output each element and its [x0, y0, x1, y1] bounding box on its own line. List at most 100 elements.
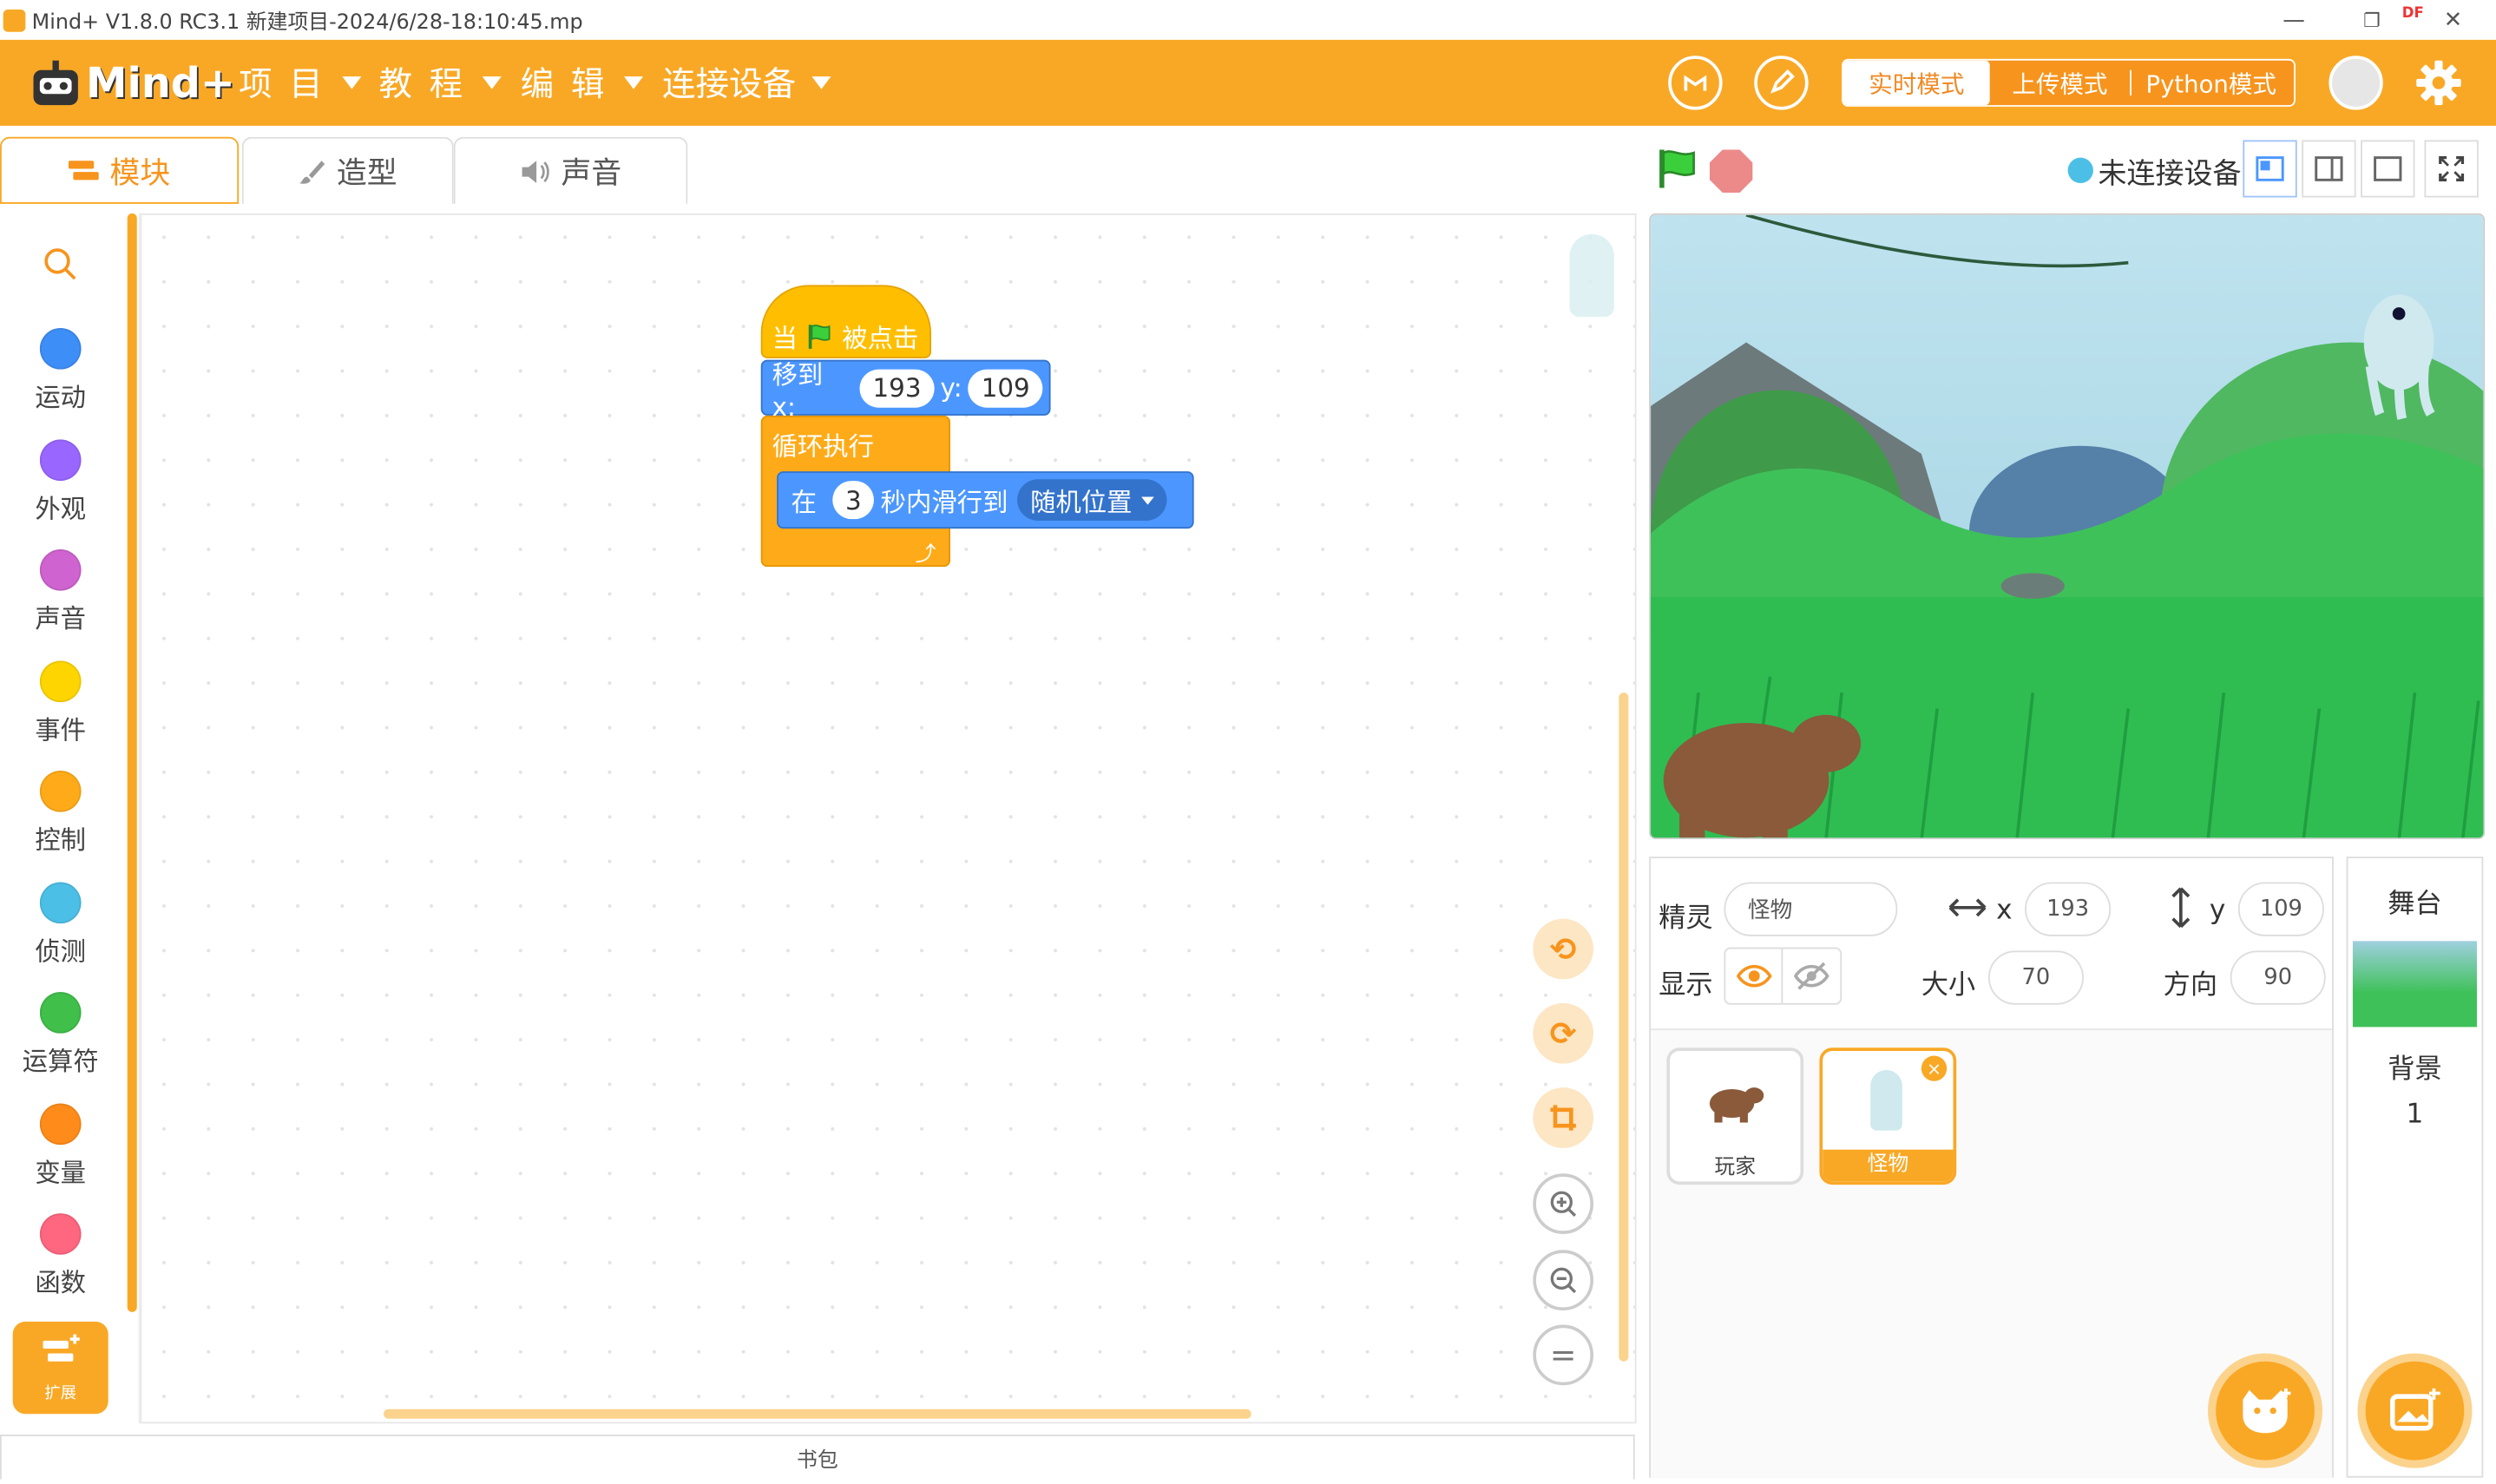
category-functions[interactable]: 函数	[0, 1213, 121, 1299]
extensions-button[interactable]: 扩展	[12, 1321, 108, 1415]
brush-icon	[299, 160, 326, 183]
sprite-name-input[interactable]: 怪物	[1724, 882, 1898, 936]
direction-input[interactable]: 90	[2230, 950, 2326, 1005]
mindplus-logo: Mind+	[29, 56, 235, 113]
settings-gear-icon[interactable]	[2412, 56, 2466, 109]
hat-prefix: 当	[772, 323, 798, 354]
category-label: 声音	[35, 603, 87, 634]
category-sound[interactable]: 声音	[0, 548, 121, 635]
blocks-icon	[68, 161, 99, 181]
backdrop-label: 背景	[2388, 1054, 2442, 1087]
vertical-arrows-icon	[2170, 885, 2192, 936]
bear-icon	[1709, 1087, 1764, 1123]
category-dot	[39, 1213, 82, 1255]
fullscreen-icon	[2439, 155, 2465, 181]
menu-project[interactable]: 项 目	[239, 40, 361, 126]
chevron-down-icon	[482, 76, 502, 89]
learning-icon[interactable]	[1668, 56, 1723, 110]
menu-tutorial[interactable]: 教 程	[379, 40, 502, 126]
zoom-reset-button[interactable]: =	[1533, 1324, 1594, 1386]
category-sensing[interactable]: 侦测	[0, 882, 121, 968]
when-flag-clicked-block[interactable]: 当 被点击	[760, 285, 931, 358]
redo-button[interactable]: ⟳	[1533, 1002, 1594, 1064]
x-input[interactable]: 193	[2025, 882, 2112, 936]
workspace-hscrollbar[interactable]	[384, 1408, 1251, 1419]
speaker-icon	[522, 160, 550, 183]
undo-button[interactable]: ⟲	[1533, 918, 1594, 980]
workspace-vscrollbar[interactable]	[1619, 693, 1629, 1362]
green-flag-button[interactable]	[1656, 147, 1700, 198]
sprite-thumb-player[interactable]: 玩家	[1666, 1047, 1804, 1185]
stage-canvas[interactable]	[1649, 213, 2486, 839]
layout-small-stage-icon	[2256, 156, 2284, 181]
category-looks[interactable]: 外观	[0, 439, 121, 525]
crop-button[interactable]	[1533, 1087, 1594, 1148]
menu-edit[interactable]: 编 辑	[521, 40, 643, 126]
loop-arrow-icon: ⤴	[915, 542, 936, 568]
sprite-ghost-icon	[1569, 233, 1614, 318]
edit-icon[interactable]	[1754, 56, 1809, 110]
category-variables[interactable]: 变量	[0, 1103, 121, 1189]
category-label: 侦测	[35, 936, 87, 967]
df-badge: DF	[2401, 6, 2424, 23]
tab-costumes-label: 造型	[336, 155, 397, 192]
backpack-label: 书包	[796, 1448, 838, 1474]
category-label: 运算符	[22, 1046, 99, 1077]
category-operators[interactable]: 运算符	[0, 992, 121, 1078]
layout-large-stage-icon	[2374, 156, 2402, 181]
glide-secs-input[interactable]: 3	[832, 481, 875, 520]
menu-connect-device[interactable]: 连接设备	[662, 40, 831, 126]
add-sprite-cat-icon	[2243, 1388, 2291, 1434]
backpack-bar[interactable]: 书包	[0, 1435, 1635, 1480]
eye-icon	[1736, 964, 1771, 988]
tab-costumes[interactable]: 造型	[241, 136, 454, 204]
mode-switch: 实时模式 上传模式 Python模式	[1842, 58, 2296, 107]
y-input[interactable]: 109	[2237, 882, 2324, 936]
add-backdrop-button[interactable]	[2357, 1353, 2473, 1468]
search-icon[interactable]	[38, 242, 82, 286]
goto-label: 移到 x:	[772, 359, 824, 423]
tab-blocks[interactable]: 模块	[0, 136, 240, 204]
small-stage-button[interactable]	[2243, 140, 2297, 198]
tab-sounds[interactable]: 声音	[453, 136, 688, 204]
equals-icon: =	[1549, 1336, 1577, 1375]
python-mode-button[interactable]: Python模式	[2131, 61, 2290, 105]
script-workspace[interactable]: 当 被点击 移到 x: 193 y: 109 循环执行 ⤴ 在 3 秒内滑行到 …	[140, 213, 1637, 1424]
category-label: 变量	[35, 1157, 87, 1188]
monster-icon	[1870, 1069, 1902, 1131]
realtime-mode-button[interactable]: 实时模式	[1842, 60, 1990, 106]
size-input[interactable]: 70	[1987, 950, 2084, 1005]
glide-target-dropdown[interactable]: 随机位置	[1017, 479, 1167, 521]
palette-scrollbar[interactable]	[127, 213, 137, 1312]
zoom-in-button[interactable]	[1533, 1173, 1594, 1234]
large-stage-button[interactable]	[2361, 140, 2415, 198]
minimize-button[interactable]: —	[2271, 0, 2315, 40]
upload-mode-button[interactable]: 上传模式	[1990, 61, 2130, 105]
category-events[interactable]: 事件	[0, 660, 121, 746]
stage-panel: 舞台 背景 1	[2346, 857, 2484, 1478]
goto-x-input[interactable]: 193	[859, 368, 935, 407]
goto-y-input[interactable]: 109	[969, 368, 1043, 407]
delete-sprite-icon[interactable]: ×	[1921, 1055, 1948, 1081]
hide-button[interactable]	[1783, 949, 1840, 1003]
green-flag-icon	[1659, 149, 1695, 188]
category-label: 函数	[35, 1267, 87, 1298]
backdrop-thumbnail[interactable]	[2352, 941, 2477, 1028]
stop-icon[interactable]	[1709, 149, 1753, 194]
category-motion[interactable]: 运动	[0, 327, 121, 414]
show-visible-button[interactable]	[1725, 949, 1783, 1003]
category-control[interactable]: 控制	[0, 771, 121, 857]
restore-button[interactable]: ❐	[2349, 0, 2394, 40]
sprite-thumb-monster[interactable]: × 怪物	[1819, 1047, 1957, 1185]
zoom-out-button[interactable]	[1533, 1250, 1594, 1311]
user-avatar[interactable]	[2329, 56, 2383, 110]
add-sprite-button[interactable]	[2208, 1353, 2323, 1468]
eye-hidden-icon	[1794, 962, 1829, 990]
goto-xy-block[interactable]: 移到 x: 193 y: 109	[760, 359, 1051, 422]
category-label: 运动	[35, 382, 87, 413]
fullscreen-button[interactable]	[2424, 140, 2479, 198]
normal-stage-button[interactable]	[2302, 140, 2356, 198]
glide-block[interactable]: 在 3 秒内滑行到 随机位置	[777, 471, 1194, 529]
close-button[interactable]: ✕	[2431, 0, 2475, 40]
category-dot	[39, 327, 82, 370]
